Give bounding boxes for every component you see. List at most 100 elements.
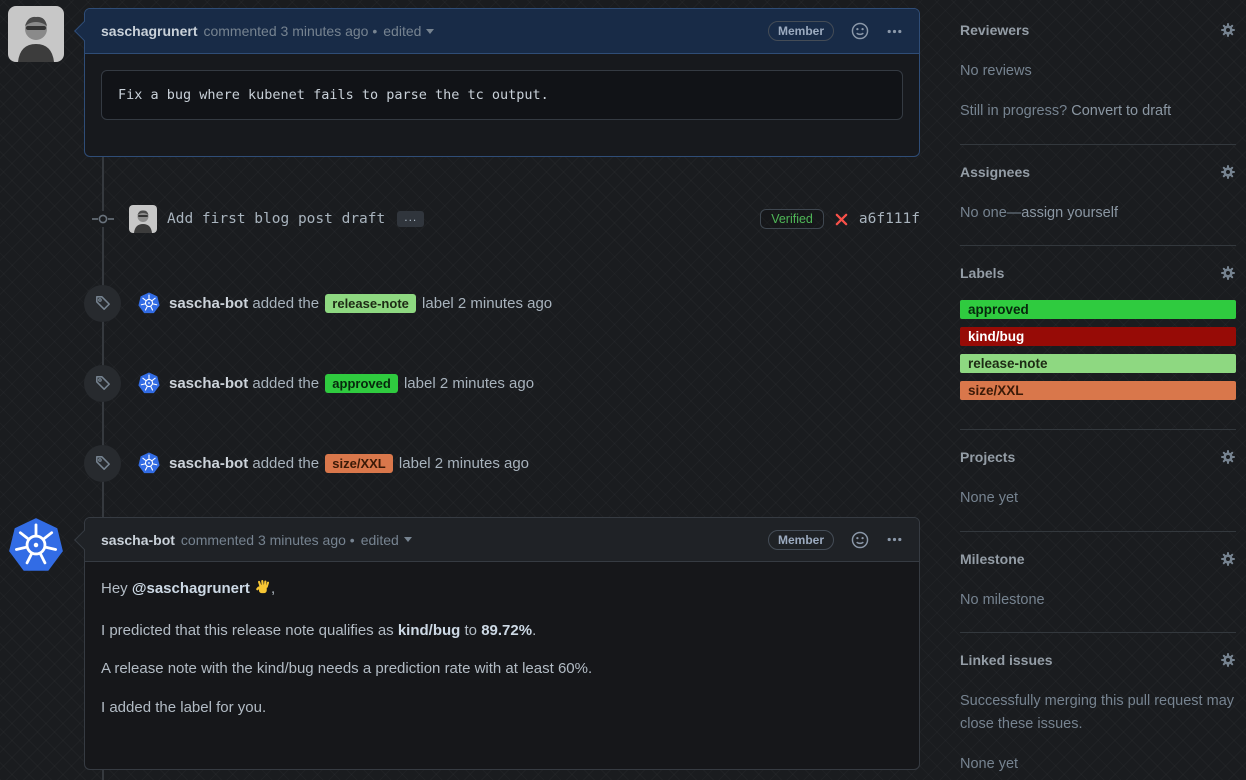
edited-dropdown[interactable]: edited [361,532,412,548]
event-suffix: label 2 minutes ago [399,455,529,472]
greeting-line: Hey @saschagrunert , [101,578,903,604]
assignees-gear-icon[interactable] [1220,164,1236,180]
tag-icon [84,445,121,482]
release-note-code-block: Fix a bug where kubenet fails to parse t… [101,70,903,120]
tag-icon [84,365,121,402]
event-actor-link[interactable]: sascha-bot [169,375,248,392]
comment-header: sascha-bot commented 3 minutes ago • edi… [85,518,919,562]
no-assignees-text: No one—assign yourself [960,202,1236,224]
no-reviews-text: No reviews [960,60,1236,82]
edited-label: edited [361,532,399,548]
milestone-title: Milestone [960,551,1025,567]
speech-caret [74,21,94,41]
avatar-saschagrunert[interactable] [8,6,64,62]
assign-yourself-link[interactable]: assign yourself [1021,205,1118,221]
edited-dropdown[interactable]: edited [383,23,434,39]
linked-issues-desc: Successfully merging this pull request m… [960,690,1236,735]
sidebar: Reviewers No reviews Still in progress? … [960,22,1236,780]
comment-timestamp: commented 3 minutes ago • [203,23,377,39]
label-chip[interactable]: release-note [325,294,416,313]
sidebar-label-size-xxl[interactable]: size/XXL [960,381,1236,400]
no-milestone-text: No milestone [960,589,1236,611]
chevron-down-icon [426,29,434,34]
commit-author-avatar[interactable] [129,205,157,233]
comment-header: saschagrunert commented 3 minutes ago • … [85,9,919,54]
bot-avatar[interactable] [138,292,160,314]
label-event-row: sascha-bot added the release-note label … [84,283,920,323]
convert-to-draft-link[interactable]: Convert to draft [1071,103,1171,119]
milestone-section: Milestone No milestone [960,551,1236,633]
ci-failed-x-icon[interactable] [834,212,849,227]
assignees-title: Assignees [960,164,1030,180]
label-chip[interactable]: approved [325,374,398,393]
kebab-menu-icon[interactable] [886,531,903,548]
sidebar-label-approved[interactable]: approved [960,300,1236,319]
member-badge: Member [768,530,834,550]
verified-badge[interactable]: Verified [760,209,824,229]
comment-author-link[interactable]: saschagrunert [101,23,197,39]
bot-avatar[interactable] [138,372,160,394]
emoji-reaction-button[interactable] [851,531,869,549]
event-text: sascha-bot added the release-note label … [169,294,552,313]
kind-bug-bold: kind/bug [398,622,461,639]
event-actor-link[interactable]: sascha-bot [169,455,248,472]
commit-expander-button[interactable]: ... [397,211,424,227]
member-badge: Member [768,21,834,41]
event-actor-link[interactable]: sascha-bot [169,295,248,312]
emoji-reaction-button[interactable] [851,22,869,40]
sidebar-label-kind-bug[interactable]: kind/bug [960,327,1236,346]
milestone-gear-icon[interactable] [1220,551,1236,567]
sidebar-label-release-note[interactable]: release-note [960,354,1236,373]
labels-section: Labels approved kind/bug release-note si… [960,265,1236,430]
speech-caret [74,530,94,550]
reviewers-section: Reviewers No reviews Still in progress? … [960,22,1236,145]
labels-list: approved kind/bug release-note size/XXL [960,300,1236,400]
projects-gear-icon[interactable] [1220,449,1236,465]
event-verb: added the [252,375,319,392]
label-event-row: sascha-bot added the size/XXL label 2 mi… [84,443,920,483]
reviewers-gear-icon[interactable] [1220,22,1236,38]
labels-title: Labels [960,265,1004,281]
commit-message-link[interactable]: Add first blog post draft [167,211,385,227]
projects-title: Projects [960,449,1015,465]
reviewers-title: Reviewers [960,22,1029,38]
event-verb: added the [252,455,319,472]
comment-sascha-bot: sascha-bot commented 3 minutes ago • edi… [84,517,920,770]
label-chip[interactable]: size/XXL [325,454,392,473]
comment-author-link[interactable]: sascha-bot [101,532,175,548]
wave-emoji [254,579,271,604]
event-verb: added the [252,295,319,312]
comment-saschagrunert: saschagrunert commented 3 minutes ago • … [84,8,920,157]
mention-link[interactable]: @saschagrunert [132,580,250,597]
linked-issues-title: Linked issues [960,652,1053,668]
edited-label: edited [383,23,421,39]
event-suffix: label 2 minutes ago [404,375,534,392]
git-commit-icon [91,211,115,227]
event-text: sascha-bot added the size/XXL label 2 mi… [169,454,529,473]
labels-gear-icon[interactable] [1220,265,1236,281]
prediction-line: I predicted that this release note quali… [101,620,903,643]
draft-hint: Still in progress? Convert to draft [960,100,1236,122]
percentage-bold: 89.72% [481,622,532,639]
bot-avatar[interactable] [138,452,160,474]
kebab-menu-icon[interactable] [886,23,903,40]
commit-sha-link[interactable]: a6f111f [859,211,920,227]
chevron-down-icon [404,537,412,542]
avatar-sascha-bot[interactable] [8,517,64,573]
comment-body: Fix a bug where kubenet fails to parse t… [85,54,919,136]
label-event-row: sascha-bot added the approved label 2 mi… [84,363,920,403]
event-text: sascha-bot added the approved label 2 mi… [169,374,534,393]
commit-event-row: Add first blog post draft ... Verified a… [84,203,920,235]
no-projects-text: None yet [960,487,1236,509]
comment-timestamp: commented 3 minutes ago • [181,532,355,548]
projects-section: Projects None yet [960,449,1236,531]
linked-issues-gear-icon[interactable] [1220,652,1236,668]
added-label-line: I added the label for you. [101,697,903,720]
tag-icon [84,285,121,322]
comment-body: Hey @saschagrunert , I predicted that th… [85,562,919,751]
no-linked-issues-text: None yet [960,753,1236,775]
threshold-line: A release note with the kind/bug needs a… [101,658,903,681]
event-suffix: label 2 minutes ago [422,295,552,312]
linked-issues-section: Linked issues Successfully merging this … [960,652,1236,780]
assignees-section: Assignees No one—assign yourself [960,164,1236,246]
